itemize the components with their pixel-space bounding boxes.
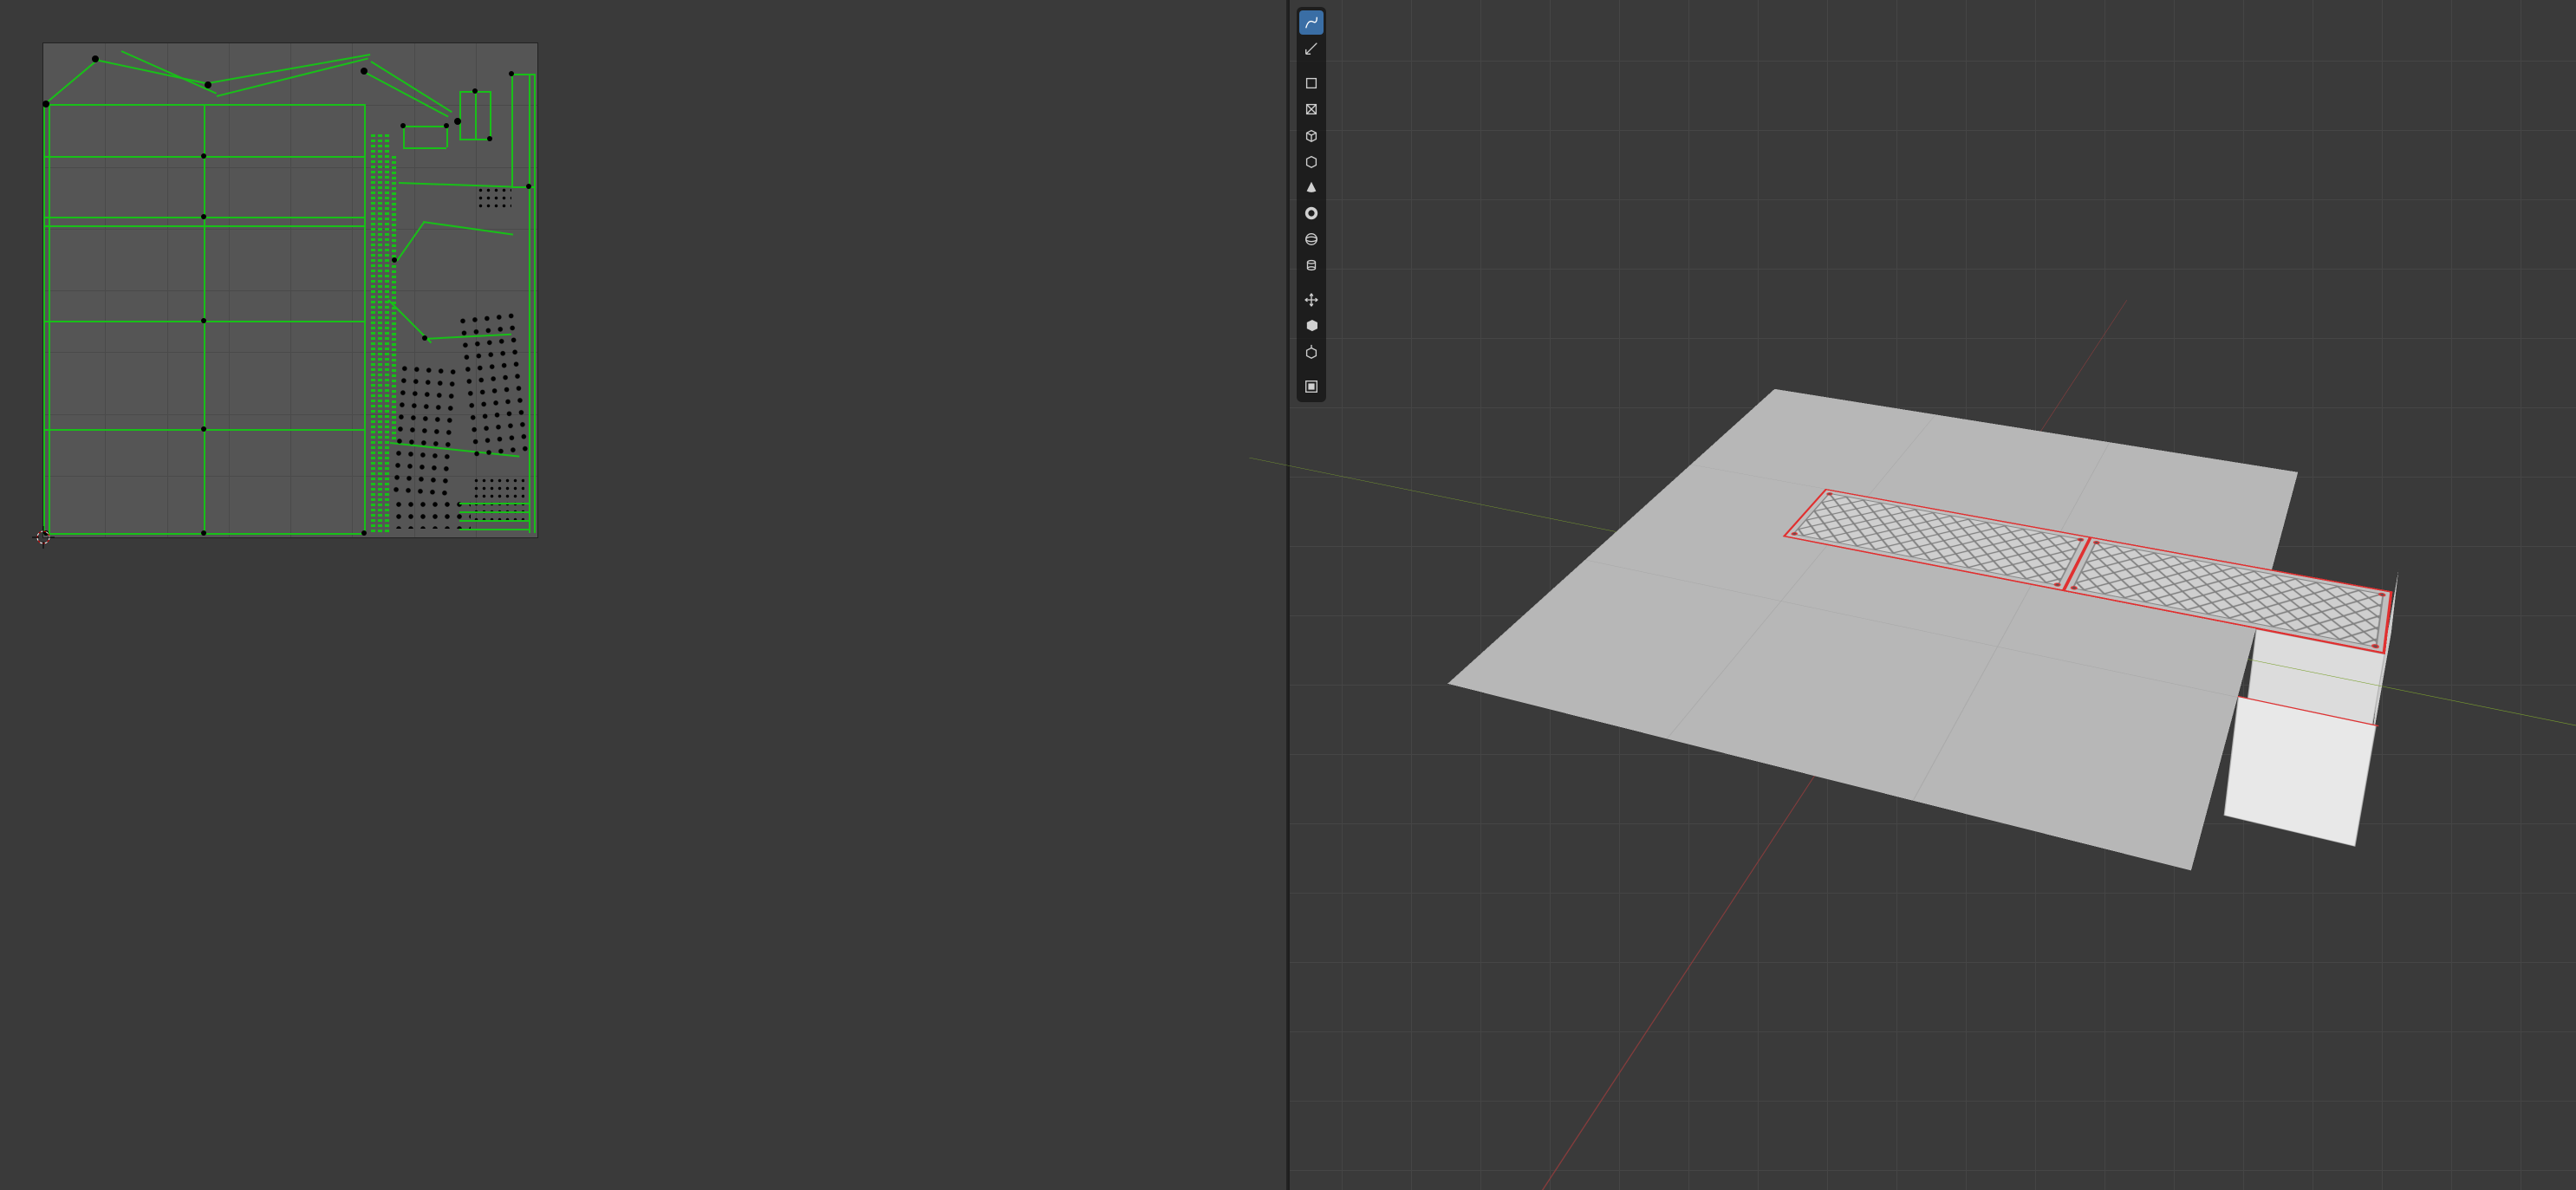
tool-add-plane[interactable] [1299,97,1324,121]
tool-add-cube[interactable] [1299,71,1324,95]
tool-add-cone[interactable] [1299,175,1324,199]
slab-mesh[interactable] [1447,388,2298,869]
grate-b[interactable] [2062,536,2392,654]
viewport-canvas[interactable] [1290,0,2576,1190]
tool-add-torus[interactable] [1299,201,1324,225]
tool-add-prism[interactable] [1299,149,1324,173]
duct-outer-wall [2224,695,2378,846]
viewport-3d[interactable] [1290,0,2576,1190]
tool-inset[interactable] [1299,374,1324,399]
tool-measure[interactable] [1299,36,1324,61]
uv-editor[interactable] [0,0,1288,1190]
grate-a[interactable] [1783,488,2091,590]
tool-draw[interactable] [1299,10,1324,35]
cursor-2d-icon [32,526,55,549]
tool-bevel[interactable] [1299,314,1324,338]
duct-inner-wall [2242,628,2385,771]
grate-b-mesh [2072,541,2384,647]
tool-add-cylinder[interactable] [1299,253,1324,277]
tool-add-sphere[interactable] [1299,227,1324,251]
uv-grid [43,43,537,537]
tool-add-box[interactable] [1299,123,1324,147]
uv-canvas[interactable] [0,0,1286,1190]
tool-shelf [1297,7,1326,402]
grate-a-mesh [1792,492,2083,585]
tool-extrude[interactable] [1299,340,1324,364]
tool-move[interactable] [1299,288,1324,312]
